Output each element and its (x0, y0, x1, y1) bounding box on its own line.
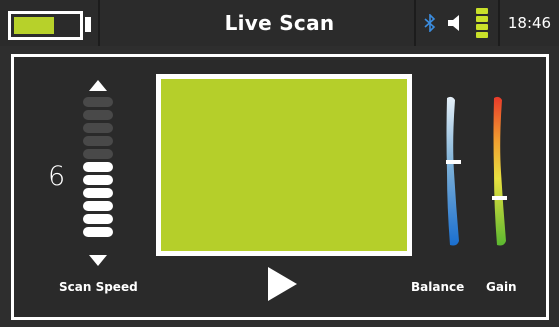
scan-speed-step[interactable] (83, 201, 113, 211)
scan-speed-step[interactable] (83, 162, 113, 172)
speaker-icon[interactable] (446, 13, 466, 33)
scan-speed-value: 6 (48, 161, 66, 192)
scan-speed-step[interactable] (83, 214, 113, 224)
status-bar: Live Scan 18:46 (0, 0, 559, 46)
gain-slider-thumb[interactable] (492, 196, 507, 200)
balance-slider[interactable] (440, 96, 464, 248)
scan-speed-step[interactable] (83, 149, 113, 159)
scan-speed-step[interactable] (83, 227, 113, 237)
gain-label: Gain (486, 280, 517, 294)
balance-label: Balance (411, 280, 465, 294)
scan-speed-step[interactable] (83, 136, 113, 146)
clock: 18:46 (507, 14, 552, 32)
scan-speed-step[interactable] (83, 188, 113, 198)
bluetooth-icon (424, 14, 436, 32)
play-icon[interactable] (268, 267, 297, 301)
status-divider (414, 0, 416, 46)
scan-speed-label: Scan Speed (59, 280, 138, 294)
gain-slider[interactable] (487, 96, 511, 248)
speed-up-arrow-icon[interactable] (89, 80, 107, 91)
scan-speed-step[interactable] (83, 175, 113, 185)
scan-display (156, 74, 412, 256)
scan-speed-step[interactable] (83, 123, 113, 133)
scan-speed-stepper[interactable] (83, 97, 113, 240)
balance-slider-thumb[interactable] (446, 160, 461, 164)
signal-icon (476, 8, 488, 40)
speed-down-arrow-icon[interactable] (89, 255, 107, 266)
scan-speed-step[interactable] (83, 110, 113, 120)
scan-speed-step[interactable] (83, 97, 113, 107)
